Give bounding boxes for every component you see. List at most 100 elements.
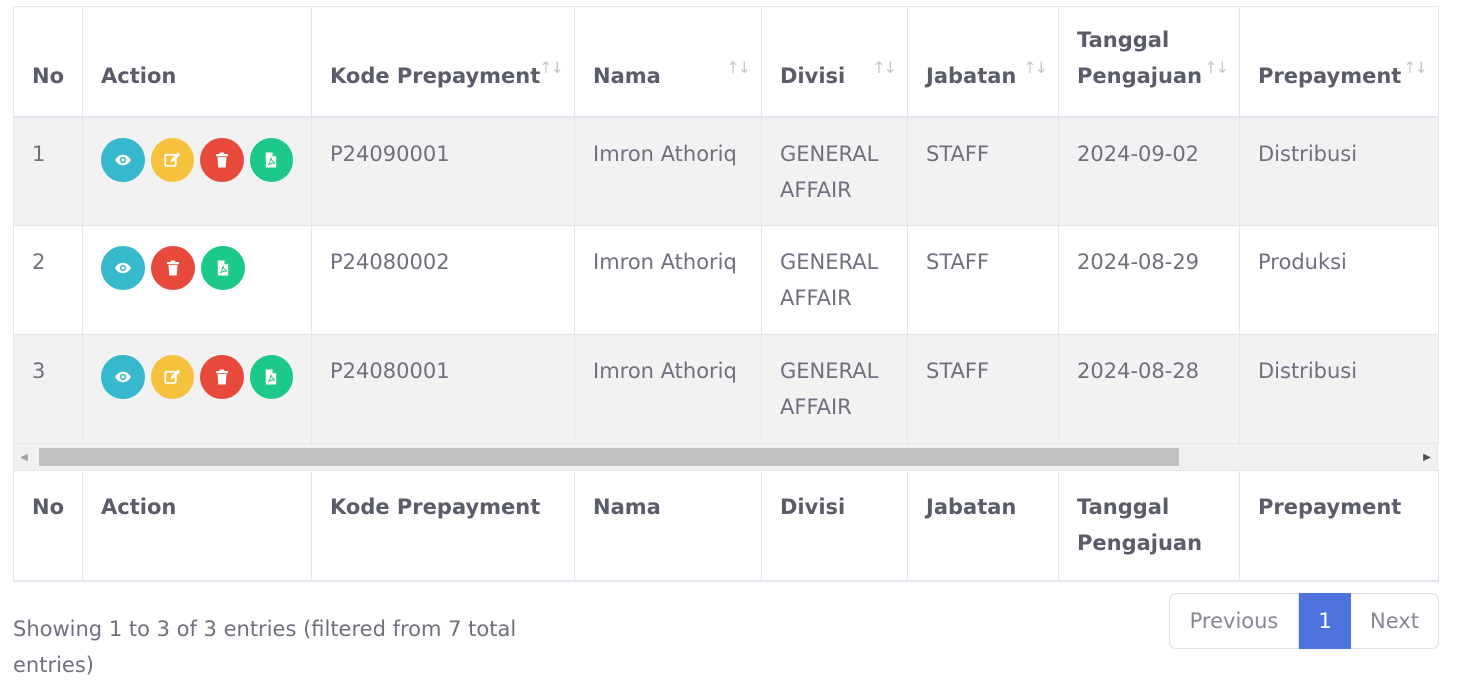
column-footer-label: Jabatan [926, 495, 1017, 519]
scrollbar-thumb[interactable] [39, 448, 1179, 466]
eye-icon [114, 368, 132, 386]
eye-icon [114, 151, 132, 169]
trash-icon [213, 151, 231, 169]
column-header-label: Tanggal Pengajuan [1077, 27, 1203, 88]
column-footer-label: Prepayment [1258, 495, 1402, 519]
edit-icon [163, 368, 181, 386]
sort-arrows-icon[interactable]: ↑↓ [539, 50, 564, 86]
sort-arrows-icon[interactable]: ↑↓ [1204, 50, 1229, 86]
sort-arrows-icon[interactable]: ↑↓ [872, 50, 897, 86]
column-header-label: Divisi [780, 63, 846, 88]
column-footer-label: Action [101, 495, 177, 519]
prepayment-table: No Action Kode Prepayment ↑↓ Nama ↑↓ Divisi ↑↓ J… [13, 6, 1439, 444]
column-header-kode-prepayment[interactable]: Kode Prepayment ↑↓ [311, 6, 575, 118]
sort-arrows-icon[interactable]: ↑↓ [1403, 50, 1428, 86]
tanggal-pengajuan-cell: 2024-08-28 [1058, 334, 1240, 444]
row-number: 3 [13, 334, 83, 444]
column-footer-no: No [13, 470, 83, 582]
row-actions [82, 334, 312, 444]
kode-prepayment-cell: P24090001 [311, 116, 575, 226]
nama-cell: Imron Athoriq [574, 116, 762, 226]
table-row: 1 P24090001 Imron Athoriq GENERAL AFFAIR STA… [13, 116, 1439, 226]
column-footer-action: Action [82, 470, 312, 582]
pagination-previous-button[interactable]: Previous [1169, 593, 1299, 649]
pagination-page-1-button[interactable]: 1 [1299, 593, 1351, 649]
divisi-cell: GENERAL AFFAIR [761, 225, 908, 335]
edit-icon [163, 151, 181, 169]
eye-icon [114, 259, 132, 277]
jabatan-cell: STAFF [907, 334, 1059, 444]
horizontal-scrollbar[interactable]: ◀ ▶ [13, 444, 1438, 470]
column-footer-label: Divisi [780, 495, 846, 519]
divisi-cell: GENERAL AFFAIR [761, 334, 908, 444]
column-header-no: No [13, 6, 83, 118]
column-header-label: Jabatan [926, 63, 1017, 88]
edit-button[interactable] [150, 355, 194, 399]
nama-cell: Imron Athoriq [574, 334, 762, 444]
column-header-divisi[interactable]: Divisi ↑↓ [761, 6, 908, 118]
table-wrapper: No Action Kode Prepayment ↑↓ Nama ↑↓ Divisi ↑↓ J… [13, 6, 1439, 582]
column-header-nama[interactable]: Nama ↑↓ [574, 6, 762, 118]
sort-arrows-icon[interactable]: ↑↓ [726, 50, 751, 86]
column-footer-prepayment: Prepayment [1239, 470, 1439, 582]
trash-icon [164, 259, 182, 277]
jabatan-cell: STAFF [907, 116, 1059, 226]
delete-button[interactable] [200, 137, 244, 182]
column-header-label: No [32, 63, 65, 88]
column-footer-label: No [32, 495, 65, 519]
prepayment-cell: Distribusi [1239, 334, 1439, 444]
view-button[interactable] [101, 137, 145, 182]
trash-icon [213, 368, 231, 386]
pagination: Previous 1 Next [1169, 593, 1439, 649]
view-button[interactable] [101, 246, 145, 290]
row-number: 2 [13, 225, 83, 335]
row-actions [82, 116, 312, 226]
pagination-next-button[interactable]: Next [1351, 593, 1439, 649]
scroll-left-arrow-icon[interactable]: ◀ [14, 444, 34, 470]
delete-button[interactable] [151, 246, 195, 290]
column-footer-label: Nama [593, 495, 661, 519]
row-number: 1 [13, 116, 83, 226]
prepayment-cell: Produksi [1239, 225, 1439, 335]
jabatan-cell: STAFF [907, 225, 1059, 335]
file-pdf-icon [262, 151, 280, 169]
pdf-button[interactable] [201, 246, 245, 290]
nama-cell: Imron Athoriq [574, 225, 762, 335]
file-pdf-icon [214, 259, 232, 277]
column-footer-nama: Nama [574, 470, 762, 582]
column-footer-tanggal-pengajuan: Tanggal Pengajuan [1058, 470, 1240, 582]
column-header-jabatan[interactable]: Jabatan ↑↓ [907, 6, 1059, 118]
column-header-label: Action [101, 63, 177, 88]
column-header-label: Nama [593, 63, 661, 88]
column-header-label: Kode Prepayment [330, 63, 541, 88]
view-button[interactable] [101, 355, 145, 399]
table-row: 2 P24080002 Imron Athoriq GENERAL AFFAIR STA… [13, 225, 1439, 335]
edit-button[interactable] [150, 137, 194, 182]
sort-arrows-icon[interactable]: ↑↓ [1023, 50, 1048, 86]
table-footer: No Action Kode Prepayment Nama Divisi Jabatan… [13, 470, 1439, 582]
table-row: 3 P24080001 Imron Athoriq GENERAL AFFAIR STA… [13, 334, 1439, 444]
column-footer-divisi: Divisi [761, 470, 908, 582]
table-header-row: No Action Kode Prepayment ↑↓ Nama ↑↓ Divisi ↑↓ J… [13, 6, 1439, 118]
kode-prepayment-cell: P24080001 [311, 334, 575, 444]
column-header-prepayment[interactable]: Prepayment ↑↓ [1239, 6, 1439, 118]
pdf-button[interactable] [249, 355, 293, 399]
delete-button[interactable] [200, 355, 244, 399]
kode-prepayment-cell: P24080002 [311, 225, 575, 335]
column-header-tanggal-pengajuan[interactable]: Tanggal Pengajuan ↑↓ [1058, 6, 1240, 118]
column-header-action: Action [82, 6, 312, 118]
column-footer-kode-prepayment: Kode Prepayment [311, 470, 575, 582]
column-footer-label: Kode Prepayment [330, 495, 541, 519]
row-actions [82, 225, 312, 335]
table-footer-row: No Action Kode Prepayment Nama Divisi Jabatan… [13, 470, 1439, 582]
column-footer-jabatan: Jabatan [907, 470, 1059, 582]
tanggal-pengajuan-cell: 2024-08-29 [1058, 225, 1240, 335]
divisi-cell: GENERAL AFFAIR [761, 116, 908, 226]
scroll-right-arrow-icon[interactable]: ▶ [1417, 444, 1437, 470]
tanggal-pengajuan-cell: 2024-09-02 [1058, 116, 1240, 226]
table-info-text: Showing 1 to 3 of 3 entries (filtered fr… [13, 617, 517, 677]
prepayment-cell: Distribusi [1239, 116, 1439, 226]
pdf-button[interactable] [249, 137, 293, 182]
file-pdf-icon [262, 368, 280, 386]
column-footer-label: Tanggal Pengajuan [1077, 495, 1203, 555]
